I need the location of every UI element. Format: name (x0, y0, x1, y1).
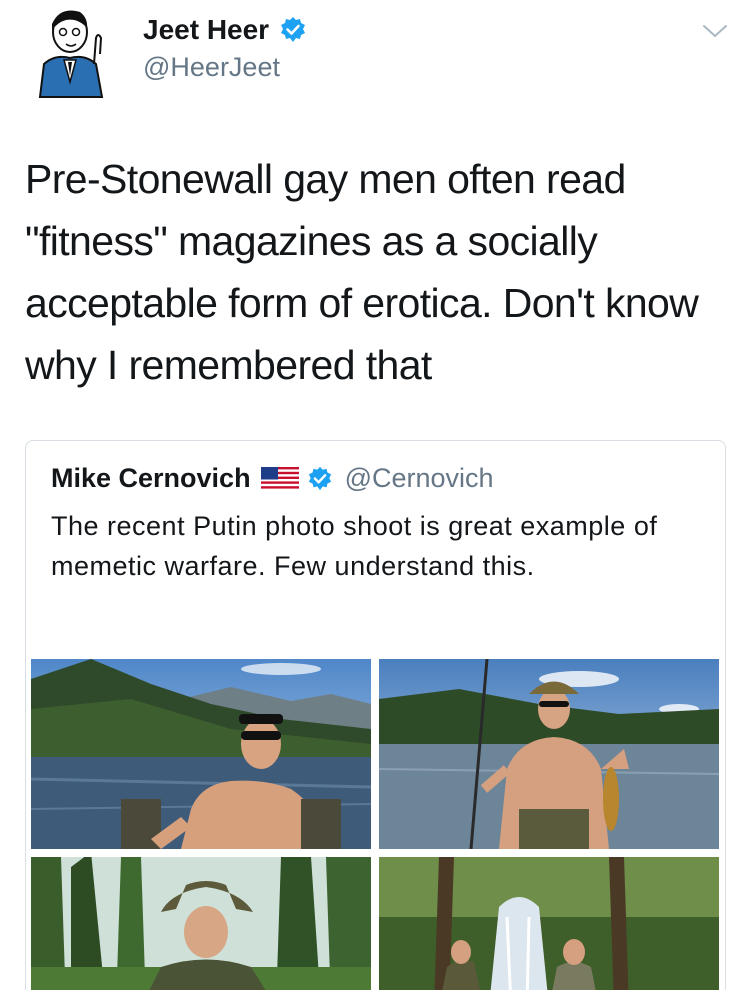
quoted-tweet-header: Mike Cernovich @Cernovich (51, 463, 494, 494)
verified-badge-icon (308, 466, 331, 490)
quoted-user-handle[interactable]: @Cernovich (345, 463, 494, 494)
photo-1[interactable] (31, 659, 371, 849)
user-handle[interactable]: @HeerJeet (143, 52, 280, 83)
photo-3[interactable] (31, 857, 371, 990)
photo-2[interactable] (379, 659, 719, 849)
quoted-tweet-card[interactable]: Mike Cernovich @Cernovich The recent Put… (25, 440, 726, 990)
tweet-header: Jeet Heer @HeerJeet (0, 0, 750, 120)
chevron-down-icon[interactable] (702, 22, 728, 40)
quoted-display-name[interactable]: Mike Cernovich (51, 463, 251, 494)
photo-4[interactable] (379, 857, 719, 990)
tweet-text: Pre-Stonewall gay men often read "fitnes… (25, 156, 699, 388)
display-name-text: Jeet Heer (143, 14, 270, 45)
avatar[interactable] (30, 2, 116, 102)
quoted-tweet-text: The recent Putin photo shoot is great ex… (51, 511, 658, 581)
verified-badge-icon (281, 17, 306, 42)
display-name[interactable]: Jeet Heer (143, 14, 307, 46)
us-flag-icon (260, 466, 299, 491)
